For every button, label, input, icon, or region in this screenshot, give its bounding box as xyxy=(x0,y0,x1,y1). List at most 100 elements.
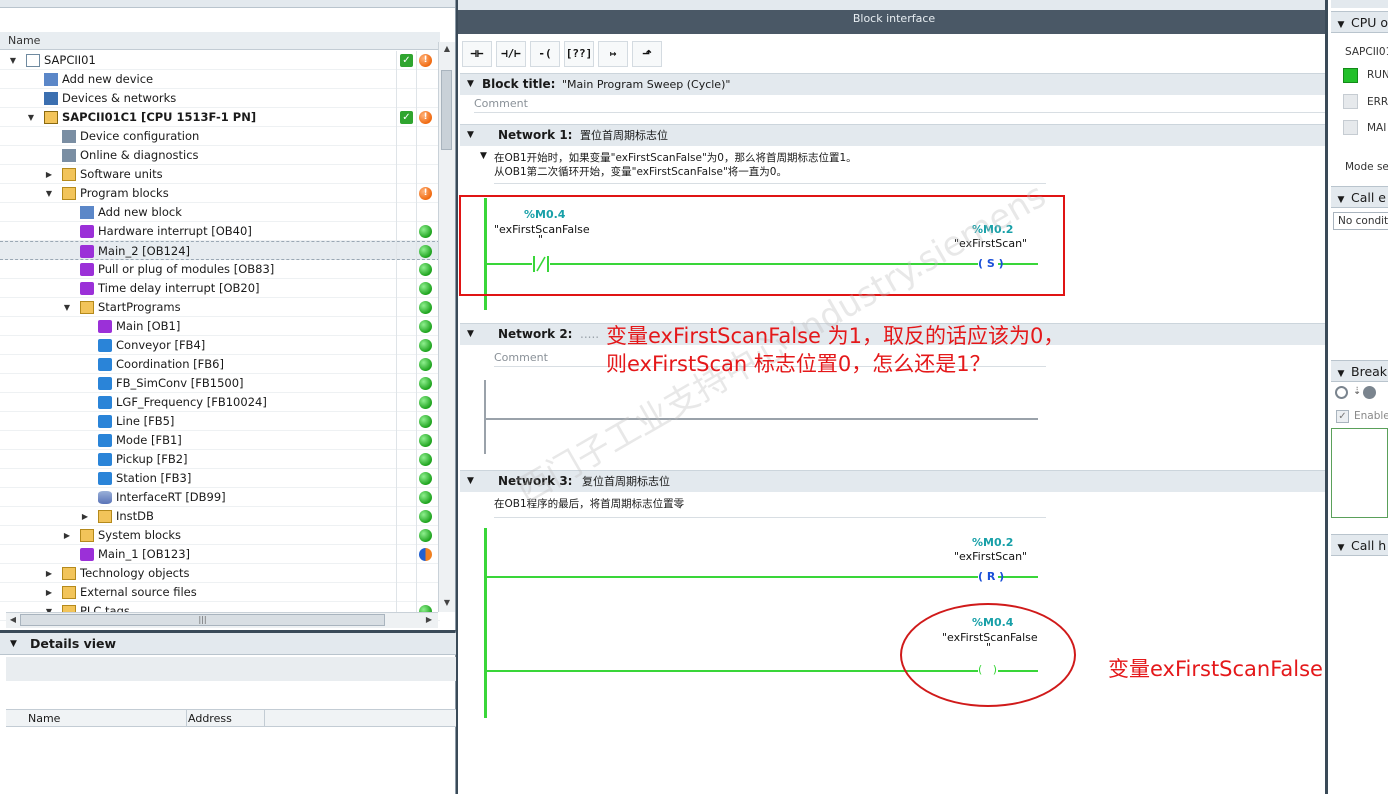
chevron-right-icon[interactable]: ▶ xyxy=(44,583,54,602)
call-condition-dropdown[interactable]: No conditi xyxy=(1333,212,1388,230)
tree-item[interactable]: Pickup [FB2] xyxy=(0,450,440,469)
fb-block-icon xyxy=(98,339,112,352)
chevron-down-icon[interactable]: ▼ xyxy=(44,184,54,203)
tree-item[interactable]: LGF_Frequency [FB10024] xyxy=(0,393,440,412)
tree-item[interactable]: Line [FB5] xyxy=(0,412,440,431)
chevron-down-icon[interactable]: ▼ xyxy=(1331,363,1351,385)
column-divider xyxy=(396,242,397,261)
tree-item[interactable]: Add new device xyxy=(0,70,440,89)
breakpoint-list[interactable] xyxy=(1331,428,1388,518)
tree-item[interactable]: ▶ Technology objects xyxy=(0,564,440,583)
network-2-title[interactable]: ..... xyxy=(580,324,599,345)
tree-item[interactable]: ▼ SAPCII01 ✓! xyxy=(0,51,440,70)
fb-block-icon xyxy=(98,396,112,409)
breakpoint-icon[interactable] xyxy=(1335,386,1348,399)
chevron-down-icon[interactable]: ▼ xyxy=(467,324,474,345)
tree-item[interactable]: InterfaceRT [DB99] xyxy=(0,488,440,507)
tree-item[interactable]: Device configuration xyxy=(0,127,440,146)
tree-item[interactable]: ▼ Program blocks! xyxy=(0,184,440,203)
chevron-down-icon[interactable]: ▼ xyxy=(1331,537,1351,559)
tree-item[interactable]: Hardware interrupt [OB40] xyxy=(0,222,440,241)
column-divider xyxy=(396,317,397,336)
chevron-down-icon[interactable]: ▼ xyxy=(467,74,474,95)
nc-contact-button[interactable]: ⊣/⊢ xyxy=(496,41,526,67)
tree-item[interactable]: Station [FB3] xyxy=(0,469,440,488)
details-column-address[interactable]: Address xyxy=(188,712,232,725)
chevron-down-icon[interactable]: ▼ xyxy=(26,108,36,127)
scroll-right-icon[interactable]: ▶ xyxy=(422,613,436,627)
chevron-right-icon[interactable]: ▶ xyxy=(80,507,90,526)
network-1-title[interactable]: 置位首周期标志位 xyxy=(580,125,668,146)
scroll-down-icon[interactable]: ▼ xyxy=(440,596,454,610)
tree-item[interactable]: Main [OB1] xyxy=(0,317,440,336)
tree-item[interactable]: FB_SimConv [FB1500] xyxy=(0,374,440,393)
tree-item[interactable]: ▶ External source files xyxy=(0,583,440,602)
tree-item[interactable]: Add new block xyxy=(0,203,440,222)
tree-item[interactable]: Conveyor [FB4] xyxy=(0,336,440,355)
column-divider xyxy=(396,431,397,450)
block-title-value[interactable]: "Main Program Sweep (Cycle)" xyxy=(562,74,730,95)
tree-horizontal-scroll-thumb[interactable]: ||| xyxy=(20,614,385,626)
column-divider xyxy=(416,412,417,431)
block-interface-splitter[interactable]: Block interface xyxy=(458,10,1325,34)
tree-item[interactable]: Mode [FB1] xyxy=(0,431,440,450)
chevron-down-icon[interactable]: ▼ xyxy=(467,471,474,492)
call-hierarchy-header[interactable]: ▼ Call h xyxy=(1331,534,1388,556)
chevron-down-icon[interactable]: ▼ xyxy=(1331,189,1351,211)
chevron-right-icon[interactable]: ▶ xyxy=(44,165,54,184)
tree-item[interactable]: ▼ SAPCII01C1 [CPU 1513F-1 PN] ✓! xyxy=(0,108,440,127)
block-title-header[interactable]: ▼ Block title: "Main Program Sweep (Cycl… xyxy=(460,73,1325,95)
chevron-right-icon[interactable]: ▶ xyxy=(44,564,54,583)
details-column-header: Name Address xyxy=(6,709,456,727)
open-branch-button[interactable]: ↦ xyxy=(598,41,628,67)
tree-item[interactable]: Online & diagnostics xyxy=(0,146,440,165)
tree-item[interactable]: Devices & networks xyxy=(0,89,440,108)
tree-item[interactable]: ▶ System blocks xyxy=(0,526,440,545)
tree-item[interactable]: Main_2 [OB124] xyxy=(0,241,440,261)
chevron-right-icon[interactable]: ▶ xyxy=(62,526,72,545)
scroll-left-icon[interactable]: ◀ xyxy=(6,613,20,627)
tree-item[interactable]: ▶ Software units xyxy=(0,165,440,184)
tree-item[interactable]: Pull or plug of modules [OB83] xyxy=(0,260,440,279)
tree-item[interactable]: Main_1 [OB123] xyxy=(0,545,440,564)
no-contact-button[interactable]: ⊣⊢ xyxy=(462,41,492,67)
details-column-name[interactable]: Name xyxy=(28,712,60,725)
column-divider xyxy=(416,355,417,374)
close-branch-button[interactable]: ⬏ xyxy=(632,41,662,67)
chevron-down-icon[interactable]: ▼ xyxy=(62,298,72,317)
tree-item[interactable]: Coordination [FB6] xyxy=(0,355,440,374)
check-status-icon: ✓ xyxy=(400,54,413,67)
tree-item[interactable]: Time delay interrupt [OB20] xyxy=(0,279,440,298)
chevron-down-icon[interactable]: ▼ xyxy=(8,51,18,70)
empty-box-button[interactable]: [??] xyxy=(564,41,594,67)
reset-coil-address[interactable]: %M0.2 xyxy=(972,536,1013,549)
scroll-up-icon[interactable]: ▲ xyxy=(440,42,454,56)
reset-coil-tag[interactable]: "exFirstScan" xyxy=(954,550,1027,563)
coil-button[interactable]: -( )- xyxy=(530,41,560,84)
enable-checkbox[interactable]: ✓ xyxy=(1336,410,1349,423)
tree-item[interactable]: ▶ InstDB xyxy=(0,507,440,526)
column-divider xyxy=(416,526,417,545)
network-1-label: Network 1: xyxy=(498,128,573,142)
breakpoints-header[interactable]: ▼ Break xyxy=(1331,360,1388,382)
tree-vertical-scroll-thumb[interactable] xyxy=(441,70,452,150)
details-view: ▼ Details view Name Address xyxy=(0,630,456,794)
empty-rung[interactable] xyxy=(486,418,1038,420)
block-comment[interactable]: Comment xyxy=(474,95,1325,113)
run-to-icon[interactable] xyxy=(1363,386,1376,399)
power-rail xyxy=(484,380,486,454)
cpu-panel-header[interactable]: ▼ CPU o xyxy=(1331,11,1388,33)
details-view-header[interactable]: ▼ Details view xyxy=(0,633,456,655)
network-1-header[interactable]: ▼ Network 1: 置位首周期标志位 xyxy=(460,124,1325,146)
step-icon[interactable]: ⇣ xyxy=(1353,386,1361,397)
ob-block-icon xyxy=(80,263,94,276)
reset-coil[interactable]: ( R ) xyxy=(978,569,1004,585)
tree-item[interactable]: ▼ StartPrograms xyxy=(0,298,440,317)
chevron-down-icon[interactable]: ▼ xyxy=(467,125,474,146)
network-1-comment[interactable]: 在OB1开始时，如果变量"exFirstScanFalse"为0，那么将首周期标… xyxy=(494,151,1046,184)
chevron-down-icon[interactable]: ▼ xyxy=(10,633,17,655)
chevron-down-icon[interactable]: ▼ xyxy=(480,151,487,161)
column-divider xyxy=(416,469,417,488)
call-environment-header[interactable]: ▼ Call e xyxy=(1331,186,1388,208)
chevron-down-icon[interactable]: ▼ xyxy=(1331,14,1351,36)
